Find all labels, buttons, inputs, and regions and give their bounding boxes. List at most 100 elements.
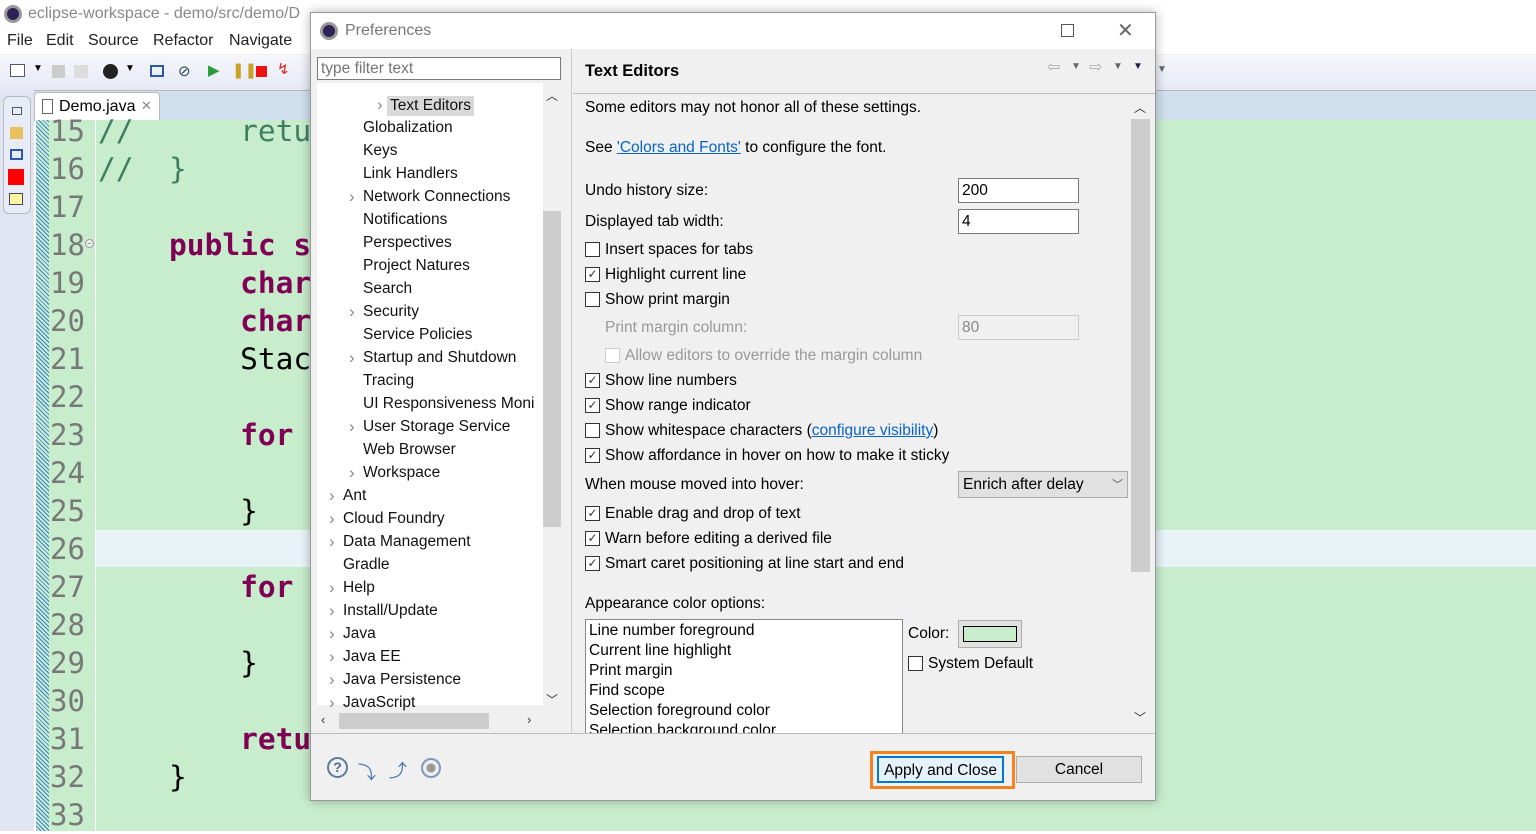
servers-icon[interactable] xyxy=(9,193,23,205)
expand-chevron-icon[interactable]: › xyxy=(329,693,335,713)
configure-visibility-link[interactable]: configure visibility xyxy=(812,422,933,439)
scroll-thumb[interactable] xyxy=(1131,119,1150,572)
checkbox[interactable]: ✓ xyxy=(585,506,600,521)
console-icon[interactable] xyxy=(150,65,164,77)
cancel-button[interactable]: Cancel xyxy=(1016,756,1142,783)
save-icon[interactable] xyxy=(52,65,65,78)
menu-navigate[interactable]: Navigate xyxy=(229,32,292,50)
view-menu-icon[interactable]: ▼ xyxy=(1157,64,1167,75)
expand-chevron-icon[interactable]: › xyxy=(329,624,335,644)
tree-item[interactable]: Java Persistence xyxy=(343,671,461,689)
undo-history-input[interactable] xyxy=(958,178,1079,203)
scroll-thumb[interactable] xyxy=(543,211,561,527)
expand-chevron-icon[interactable]: › xyxy=(329,578,335,598)
tree-item[interactable]: Project Natures xyxy=(363,257,470,275)
checkbox[interactable]: ✓ xyxy=(585,448,600,463)
tree-item[interactable]: Perspectives xyxy=(363,234,452,252)
tree-horizontal-scrollbar[interactable]: ‹ › xyxy=(317,711,561,731)
page-vertical-scrollbar[interactable]: ︿ ﹀ xyxy=(1131,97,1150,733)
tree-item[interactable]: Network Connections xyxy=(363,188,510,206)
appearance-list-item[interactable]: Find scope xyxy=(589,682,665,700)
expand-chevron-icon[interactable]: › xyxy=(329,509,335,529)
export-icon[interactable]: ⤴ xyxy=(389,757,407,783)
tree-item[interactable]: Security xyxy=(363,303,419,321)
expand-chevron-icon[interactable]: › xyxy=(349,187,355,207)
scroll-left-icon[interactable]: ‹ xyxy=(321,712,325,727)
filter-input[interactable] xyxy=(317,57,561,80)
skip-breakpoints-icon[interactable]: ⊘ xyxy=(178,62,191,80)
appearance-list-item[interactable]: Selection foreground color xyxy=(589,702,770,720)
checkbox[interactable] xyxy=(585,423,600,438)
tree-item[interactable]: Web Browser xyxy=(363,441,456,459)
tree-item[interactable]: Workspace xyxy=(363,464,440,482)
tree-vertical-scrollbar[interactable]: ︿ ﹀ xyxy=(543,83,561,711)
expand-chevron-icon[interactable]: › xyxy=(349,417,355,437)
checkbox[interactable] xyxy=(585,292,600,307)
tree-item[interactable]: Notifications xyxy=(363,211,447,229)
tree-item[interactable]: JavaScript xyxy=(343,694,415,712)
chevron-down-icon[interactable]: ▼ xyxy=(1071,61,1081,72)
view-menu-icon[interactable]: ▼ xyxy=(1133,61,1143,72)
tree-item[interactable]: Search xyxy=(363,280,412,298)
expand-chevron-icon[interactable]: › xyxy=(329,486,335,506)
tree-item[interactable]: Service Policies xyxy=(363,326,472,344)
tree-item[interactable]: Java EE xyxy=(343,648,401,666)
tree-item[interactable]: Java xyxy=(343,625,376,643)
appearance-list-item[interactable]: Line number foreground xyxy=(589,622,754,640)
scroll-up-icon[interactable]: ︿ xyxy=(1134,99,1146,116)
console-icon[interactable] xyxy=(10,149,23,160)
tree-item[interactable]: Globalization xyxy=(363,119,453,137)
menu-refactor[interactable]: Refactor xyxy=(153,32,213,50)
hover-select[interactable]: Enrich after delay ﹀ xyxy=(958,471,1128,498)
tree-item[interactable]: Install/Update xyxy=(343,602,438,620)
tree-item[interactable]: Keys xyxy=(363,142,397,160)
tab-width-input[interactable] xyxy=(958,209,1079,234)
expand-chevron-icon[interactable]: › xyxy=(329,647,335,667)
tree-item[interactable]: Data Management xyxy=(343,533,471,551)
expand-chevron-icon[interactable]: › xyxy=(349,348,355,368)
new-icon[interactable] xyxy=(10,64,25,77)
forward-icon[interactable]: ⇨ xyxy=(1089,57,1102,77)
checkbox[interactable]: ✓ xyxy=(585,373,600,388)
terminate-icon[interactable] xyxy=(256,66,267,77)
scroll-down-icon[interactable]: ﹀ xyxy=(1134,709,1146,726)
checkbox[interactable]: ✓ xyxy=(585,267,600,282)
scroll-up-icon[interactable]: ︿ xyxy=(546,87,558,104)
red-square-icon[interactable] xyxy=(8,169,24,185)
tree-item[interactable]: Link Handlers xyxy=(363,165,458,183)
appearance-list-item[interactable]: Selection background color xyxy=(589,722,776,733)
apply-and-close-button[interactable]: Apply and Close xyxy=(877,756,1004,783)
tree-item[interactable]: Cloud Foundry xyxy=(343,510,445,528)
appearance-color-list[interactable]: Line number foreground Current line highl… xyxy=(585,619,903,733)
chevron-down-icon[interactable]: ▼ xyxy=(33,63,43,74)
resume-icon[interactable]: ▶ xyxy=(208,61,220,79)
profile-icon[interactable] xyxy=(103,64,118,79)
system-default-checkbox[interactable] xyxy=(908,656,923,671)
tree-item[interactable]: Tracing xyxy=(363,372,414,390)
scroll-down-icon[interactable]: ﹀ xyxy=(546,691,558,708)
expand-chevron-icon[interactable]: › xyxy=(377,95,383,115)
tree-item[interactable]: Ant xyxy=(343,487,366,505)
disconnect-icon[interactable]: ↯ xyxy=(277,60,290,78)
package-explorer-icon[interactable] xyxy=(10,127,23,139)
scroll-thumb[interactable] xyxy=(339,713,489,729)
tree-item[interactable]: Help xyxy=(343,579,375,597)
colors-and-fonts-link[interactable]: 'Colors and Fonts' xyxy=(617,139,741,156)
menu-file[interactable]: File xyxy=(7,32,33,50)
expand-chevron-icon[interactable]: › xyxy=(329,670,335,690)
chevron-down-icon[interactable]: ▼ xyxy=(125,63,135,74)
import-icon[interactable]: ⤵ xyxy=(358,759,376,785)
tree-item[interactable]: UI Responsiveness Moni xyxy=(363,395,534,413)
maximize-icon[interactable] xyxy=(1061,24,1074,37)
checkbox[interactable] xyxy=(585,242,600,257)
menu-source[interactable]: Source xyxy=(88,32,139,50)
chevron-down-icon[interactable]: ▼ xyxy=(1113,61,1123,72)
back-icon[interactable]: ⇦ xyxy=(1047,57,1060,77)
checkbox[interactable]: ✓ xyxy=(585,556,600,571)
expand-chevron-icon[interactable]: › xyxy=(329,532,335,552)
menu-edit[interactable]: Edit xyxy=(46,32,74,50)
suspend-icon[interactable]: ❚❚ xyxy=(232,61,257,79)
tree-item[interactable]: Gradle xyxy=(343,556,390,574)
checkbox[interactable]: ✓ xyxy=(585,398,600,413)
save-all-icon[interactable] xyxy=(74,65,88,78)
